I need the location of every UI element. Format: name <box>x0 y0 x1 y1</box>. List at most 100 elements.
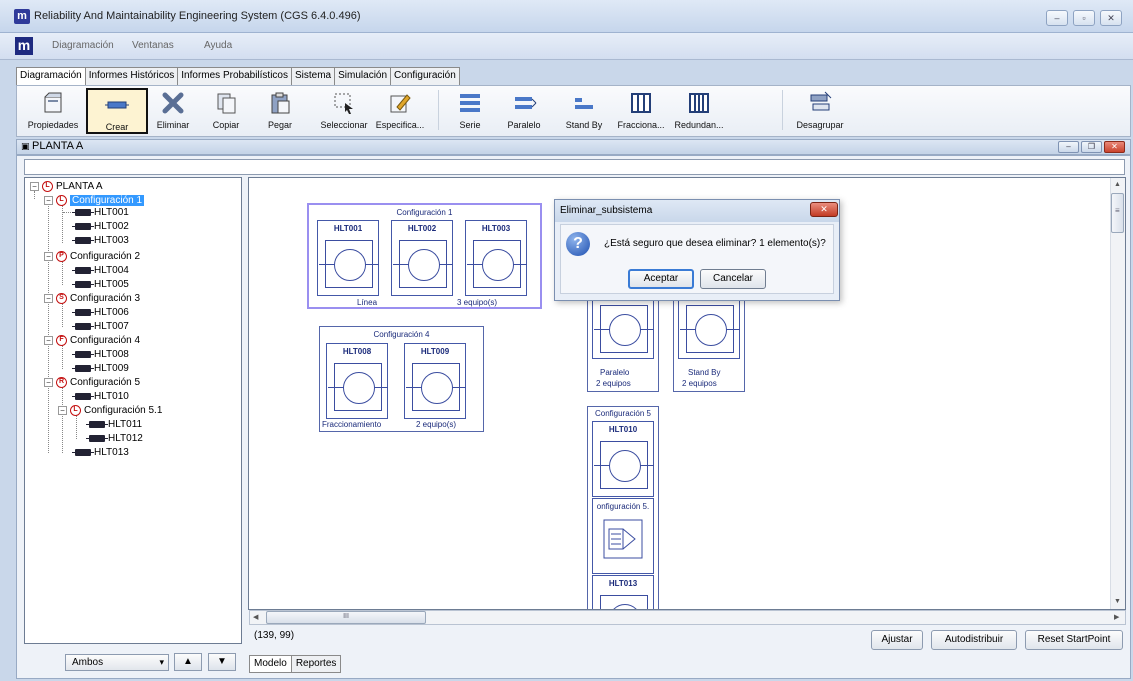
diagram-equipment-hlt001[interactable]: HLT001 <box>317 220 379 296</box>
equipment-icon <box>72 222 94 230</box>
standby-button[interactable]: Stand By <box>562 88 606 134</box>
tab-simulacion[interactable]: Simulación <box>334 67 392 85</box>
minimize-button[interactable]: – <box>1046 10 1068 26</box>
tab-diagramacion[interactable]: Diagramación <box>16 67 86 86</box>
diagram-equipment-hlt004[interactable] <box>592 299 654 359</box>
tree-item-hlt007[interactable]: HLT007 <box>72 320 129 333</box>
autodistribuir-button[interactable]: Autodistribuir <box>931 630 1017 650</box>
copiar-button[interactable]: Copiar <box>206 88 246 134</box>
move-down-button[interactable]: ▼ <box>208 653 236 671</box>
scroll-left-icon[interactable]: ◀ <box>253 613 258 621</box>
paralelo-button[interactable]: Paralelo <box>504 88 544 134</box>
model-tree[interactable]: − L PLANTA A − L Configuración 1 HLT001 HLT0… <box>24 177 242 644</box>
scroll-up-icon[interactable]: ▲ <box>1114 181 1121 188</box>
diagram-equipment-hlt008[interactable]: HLT008 <box>326 343 388 419</box>
tree-connector <box>62 345 63 369</box>
inner-close-button[interactable]: ✕ <box>1104 141 1125 153</box>
tree-item-hlt005[interactable]: HLT005 <box>72 278 129 291</box>
tab-reportes[interactable]: Reportes <box>290 655 342 673</box>
tree-item-hlt003[interactable]: HLT003 <box>72 234 129 247</box>
eliminar-button[interactable]: Eliminar <box>150 88 196 134</box>
equipment-symbol <box>594 305 654 353</box>
path-field[interactable] <box>24 159 1125 175</box>
vertical-scrollbar[interactable] <box>1110 178 1125 609</box>
diagram-group-configuracion-4[interactable]: Configuración 4 HLT008 HLT009 Fraccionam… <box>319 326 484 432</box>
tree-item-hlt011[interactable]: HLT011 <box>86 418 142 431</box>
tree-item-hlt013[interactable]: HLT013 <box>72 446 129 459</box>
scroll-down-icon[interactable]: ▼ <box>1114 598 1121 605</box>
diagram-equipment-hlt013[interactable]: HLT013 <box>592 575 654 609</box>
inner-window-title: ▣ PLANTA A <box>21 140 84 152</box>
menu-ventanas[interactable]: Ventanas <box>132 40 174 51</box>
delete-icon <box>162 92 184 114</box>
aceptar-button[interactable]: Aceptar <box>628 269 694 289</box>
tree-root[interactable]: − L PLANTA A <box>30 180 103 193</box>
filter-select[interactable]: Ambos ▾ <box>65 654 169 671</box>
dialog-body <box>560 224 834 294</box>
diagram-equipment-hlt009[interactable]: HLT009 <box>404 343 466 419</box>
tree-expander[interactable]: − <box>58 405 67 415</box>
tree-item-hlt010[interactable]: HLT010 <box>72 390 129 403</box>
fraccionamiento-button[interactable]: Fracciona... <box>614 88 668 134</box>
tree-item-hlt002[interactable]: HLT002 <box>72 220 129 233</box>
scroll-right-icon[interactable]: ▶ <box>1114 613 1119 621</box>
tree-item-configuracion-5-1[interactable]: − L Configuración 5.1 <box>58 404 162 417</box>
tree-expander[interactable]: − <box>44 377 53 387</box>
diagram-equipment-hlt003[interactable]: HLT003 <box>465 220 527 296</box>
tab-informes-historicos[interactable]: Informes Históricos <box>84 67 179 85</box>
tree-expander[interactable]: − <box>30 181 39 191</box>
group-count-label: 2 equipos <box>596 379 631 388</box>
tree-item-configuracion-3[interactable]: − S Configuración 3 <box>44 292 140 305</box>
standby-badge-icon: S <box>56 292 67 304</box>
crear-button[interactable]: Crear <box>86 88 148 134</box>
diagram-group-configuracion-5[interactable]: Configuración 5 HLT010 onfiguración 5. H… <box>587 406 659 609</box>
equipment-icon <box>72 236 94 244</box>
cancelar-button[interactable]: Cancelar <box>700 269 766 289</box>
dialog-close-button[interactable]: ✕ <box>810 202 838 217</box>
propiedades-button[interactable]: Propiedades <box>26 88 80 134</box>
tree-item-configuracion-4[interactable]: − F Configuración 4 <box>44 334 140 347</box>
tab-informes-probabilisticos[interactable]: Informes Probabilísticos <box>177 67 292 85</box>
diagram-subgroup-configuracion-5-1[interactable]: onfiguración 5. <box>592 498 654 574</box>
tree-item-hlt008[interactable]: HLT008 <box>72 348 129 361</box>
tree-expander[interactable]: − <box>44 195 53 205</box>
menu-ayuda[interactable]: Ayuda <box>204 40 232 51</box>
reset-startpoint-button[interactable]: Reset StartPoint <box>1025 630 1123 650</box>
ajustar-button[interactable]: Ajustar <box>871 630 923 650</box>
inner-restore-button[interactable]: ❐ <box>1081 141 1102 153</box>
tree-item-hlt006[interactable]: HLT006 <box>72 306 129 319</box>
tab-modelo[interactable]: Modelo <box>249 655 292 673</box>
redundancia-button[interactable]: Redundan... <box>672 88 726 134</box>
tree-expander[interactable]: − <box>44 251 53 261</box>
tree-item-hlt001[interactable]: HLT001 <box>72 206 129 219</box>
move-up-button[interactable]: ▲ <box>174 653 202 671</box>
diagram-equipment-hlt002[interactable]: HLT002 <box>391 220 453 296</box>
tree-expander[interactable]: − <box>44 335 53 345</box>
especifica-button[interactable]: Especifica... <box>372 88 428 134</box>
horizontal-scroll-thumb[interactable]: III <box>266 611 426 624</box>
diagram-equipment-hlt006[interactable] <box>678 299 740 359</box>
tree-item-hlt012[interactable]: HLT012 <box>86 432 143 445</box>
pegar-button[interactable]: Pegar <box>260 88 300 134</box>
menu-diagramacion[interactable]: Diagramación <box>52 40 114 51</box>
vertical-scroll-thumb[interactable]: ≡ <box>1111 193 1124 233</box>
menu-logo-icon[interactable]: m <box>15 37 33 55</box>
equipment-icon <box>72 208 94 216</box>
inner-minimize-button[interactable]: – <box>1058 141 1079 153</box>
tree-item-hlt004[interactable]: HLT004 <box>72 264 129 277</box>
seleccionar-button[interactable]: Seleccionar <box>316 88 372 134</box>
diagram-equipment-hlt010[interactable]: HLT010 <box>592 421 654 497</box>
serie-label: Serie <box>459 120 481 130</box>
tree-item-configuracion-5[interactable]: − R Configuración 5 <box>44 376 140 389</box>
tree-item-hlt009[interactable]: HLT009 <box>72 362 129 375</box>
tab-sistema[interactable]: Sistema <box>291 67 336 85</box>
maximize-button[interactable]: ▫ <box>1073 10 1095 26</box>
serie-button[interactable]: Serie <box>452 88 488 134</box>
desagrupar-button[interactable]: Desagrupar <box>792 88 848 134</box>
diagram-group-configuracion-1[interactable]: Configuración 1 HLT001 HLT002 HLT003 Lín… <box>307 203 542 309</box>
tree-item-configuracion-2[interactable]: − P Configuración 2 <box>44 250 140 263</box>
tab-configuracion[interactable]: Configuración <box>390 67 460 85</box>
close-window-button[interactable]: ✕ <box>1100 10 1122 26</box>
tree-expander[interactable]: − <box>44 293 53 303</box>
equipment-icon <box>72 350 94 358</box>
